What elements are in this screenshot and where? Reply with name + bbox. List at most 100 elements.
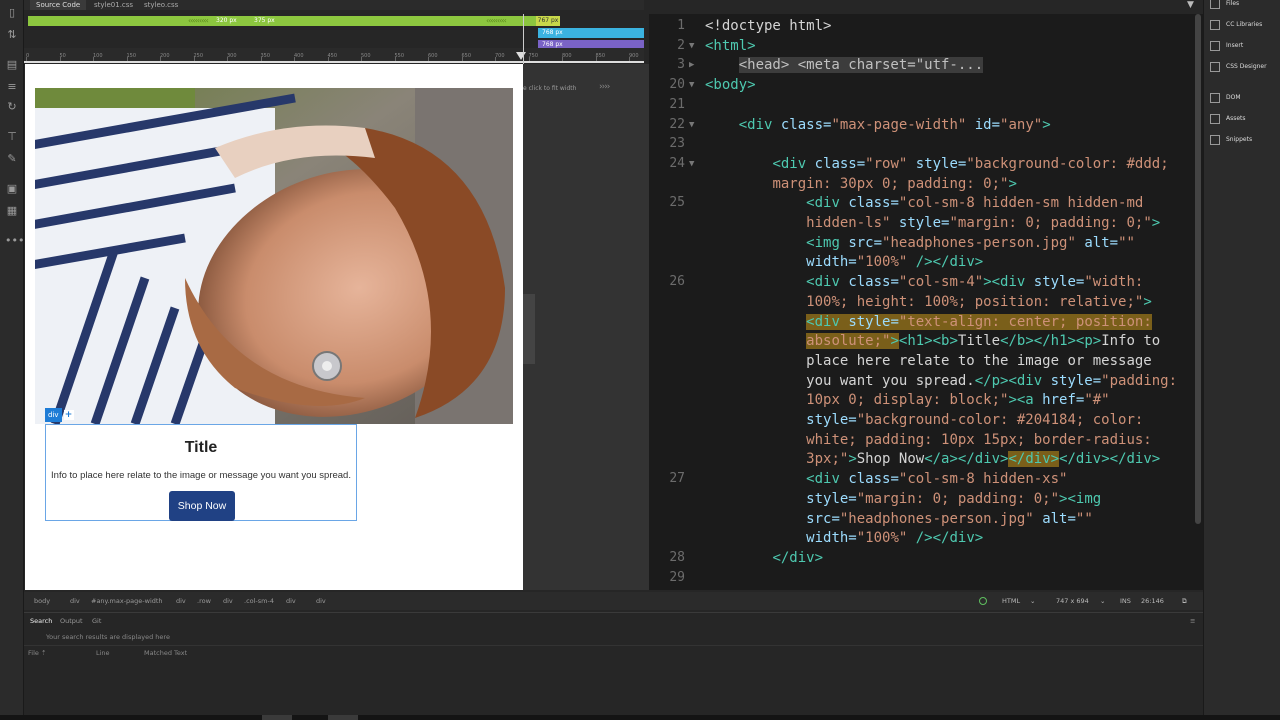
code-line[interactable]: 25 <div class="col-sm-8 hidden-sm hidden…	[649, 193, 1203, 213]
code-line[interactable]: hidden-ls" style="margin: 0; padding: 0;…	[649, 213, 1203, 233]
fit-width-hint[interactable]: e click to fit width	[523, 85, 576, 92]
fold-toggle-icon[interactable]: ▼	[689, 36, 694, 56]
fold-toggle-icon[interactable]: ▶	[689, 55, 694, 75]
tab-style01-css[interactable]: style01.css	[88, 0, 139, 10]
language-select[interactable]: HTML	[1002, 592, 1020, 610]
code-line[interactable]: 100%; height: 100%; position: relative;"…	[649, 292, 1203, 312]
list-icon[interactable]: ≡	[5, 80, 19, 94]
div-selection-tag[interactable]: div +	[45, 408, 74, 422]
code-view[interactable]: 1 <!doctype html> 2 ▼ <html> 3 ▶ <head> <meta …	[649, 14, 1203, 590]
column-line[interactable]: Line	[96, 649, 110, 657]
fold-toggle-icon[interactable]: ▼	[689, 154, 694, 174]
panel-dom[interactable]: DOM	[1210, 91, 1241, 105]
photo-illustration	[35, 88, 513, 424]
code-line[interactable]: <div style="text-align: center; position…	[649, 312, 1203, 332]
media-query-768-a[interactable]: 768 px	[538, 28, 644, 38]
tag-div-2[interactable]: div	[176, 592, 186, 610]
code-line[interactable]: white; padding: 10px 15px; border-radius…	[649, 430, 1203, 450]
tag-col-sm-4[interactable]: .col-sm-4	[244, 592, 274, 610]
code-line[interactable]: 28 </div>	[649, 548, 1203, 568]
panel-menu-icon[interactable]: ≡	[1190, 615, 1195, 627]
splitter-handle[interactable]	[523, 294, 535, 364]
fold-toggle-icon[interactable]: ▼	[689, 75, 694, 95]
window-size-select[interactable]: 747 x 694	[1056, 592, 1089, 610]
add-element-icon[interactable]: +	[63, 410, 74, 420]
live-preview-icon[interactable]: ⧉	[1182, 592, 1187, 610]
column-file[interactable]: File ⇡	[28, 649, 46, 657]
code-line[interactable]: you want you spread.</p><div style="padd…	[649, 371, 1203, 391]
brush-icon[interactable]: ✎	[5, 152, 19, 166]
panel-snippets[interactable]: Snippets	[1210, 133, 1252, 147]
code-line[interactable]: 24 ▼ <div class="row" style="background-c…	[649, 154, 1203, 174]
code-text: <div class="col-sm-4"><div style="width:	[806, 274, 1144, 291]
tag-div-3[interactable]: div	[223, 592, 233, 610]
design-view[interactable]: div + Title Info to place here relate to…	[25, 64, 523, 590]
code-line[interactable]: absolute;"><h1><b>Title</b></h1><p>Info …	[649, 331, 1203, 351]
taskbar-item[interactable]	[262, 715, 292, 720]
tag-any-max-page-width[interactable]: #any.max-page-width	[91, 592, 163, 610]
code-line[interactable]: 22 ▼ <div class="max-page-width" id="any"…	[649, 115, 1203, 135]
shop-now-button[interactable]: Shop Now	[169, 491, 235, 521]
insert-mode[interactable]: INS	[1120, 592, 1131, 610]
code-line[interactable]: src="headphones-person.jpg" alt=""	[649, 509, 1203, 529]
code-line[interactable]: 10px 0; display: block;"><a href="#"	[649, 390, 1203, 410]
refresh-icon[interactable]: ↻	[5, 100, 19, 114]
tab-git[interactable]: Git	[92, 615, 101, 627]
panel-assets[interactable]: Assets	[1210, 112, 1246, 126]
code-line[interactable]: style="background-color: #204184; color:	[649, 410, 1203, 430]
tab-search[interactable]: Search	[30, 615, 52, 627]
pin-icon[interactable]: ⊤	[5, 130, 19, 144]
filter-icon[interactable]: ▼	[1187, 0, 1194, 10]
tab-styleo-css[interactable]: styleo.css	[138, 0, 184, 10]
content-card[interactable]: Title Info to place here relate to the i…	[45, 424, 357, 521]
code-line[interactable]: 20 ▼ <body>	[649, 75, 1203, 95]
code-line[interactable]: width="100%" /></div>	[649, 528, 1203, 548]
column-matched-text[interactable]: Matched Text	[144, 649, 187, 657]
code-line[interactable]: 27 <div class="col-sm-8 hidden-xs"	[649, 469, 1203, 489]
page-icon[interactable]: ▤	[5, 58, 19, 72]
line-number: 1	[677, 18, 685, 33]
ruler-marker-icon[interactable]	[516, 52, 526, 60]
code-line[interactable]: margin: 30px 0; padding: 0;">	[649, 174, 1203, 194]
panel-files[interactable]: Files	[1210, 0, 1239, 11]
code-line[interactable]: 26 <div class="col-sm-4"><div style="wid…	[649, 272, 1203, 292]
ruler-tick-label: 850	[595, 53, 606, 59]
fold-toggle-icon[interactable]: ▼	[689, 115, 694, 135]
tab-source-code[interactable]: Source Code	[30, 0, 87, 10]
chevron-down-icon[interactable]: ⌄	[1030, 592, 1035, 610]
file-icon[interactable]: ▯	[5, 6, 19, 20]
tag-div-4[interactable]: div	[286, 592, 296, 610]
code-line[interactable]: 3px;">Shop Now</a></div></div></div></di…	[649, 449, 1203, 469]
comment-icon[interactable]: ▣	[5, 182, 19, 196]
tag-body[interactable]: body	[34, 592, 50, 610]
taskbar-item[interactable]	[328, 715, 358, 720]
code-line[interactable]: 21	[649, 95, 1203, 115]
panel-cc-libraries-label: CC Libraries	[1226, 21, 1263, 28]
split-icon[interactable]: ⇅	[5, 28, 19, 42]
chevrons-right-icon[interactable]: ››››	[599, 82, 610, 92]
tag-div-5[interactable]: div	[316, 592, 326, 610]
code-line[interactable]: width="100%" /></div>	[649, 252, 1203, 272]
tag-div-1[interactable]: div	[70, 592, 80, 610]
tab-output[interactable]: Output	[60, 615, 83, 627]
media-query-767[interactable]: 767 px	[536, 16, 560, 26]
code-line[interactable]: 29	[649, 568, 1203, 588]
snippet-icon[interactable]: ▦	[5, 204, 19, 218]
code-line[interactable]: 2 ▼ <html>	[649, 36, 1203, 56]
panel-cc-libraries[interactable]: CC Libraries	[1210, 18, 1262, 32]
more-icon[interactable]: •••	[5, 234, 24, 248]
code-line[interactable]: place here relate to the image or messag…	[649, 351, 1203, 371]
ruler-tick-label: 900	[629, 53, 639, 59]
code-line[interactable]: style="margin: 0; padding: 0;"><img	[649, 489, 1203, 509]
code-line[interactable]: 3 ▶ <head> <meta charset="utf-...	[649, 55, 1203, 75]
media-query-bar-max[interactable]: ‹‹‹‹‹‹‹‹‹ 320 px 375 px ‹‹‹‹‹‹‹‹‹	[28, 16, 536, 26]
code-line[interactable]: 23	[649, 134, 1203, 154]
headphones-person-image[interactable]	[35, 88, 513, 424]
panel-insert[interactable]: Insert	[1210, 39, 1243, 53]
code-scrollbar[interactable]	[1195, 14, 1201, 524]
chevron-down-icon[interactable]: ⌄	[1100, 592, 1105, 610]
panel-css-designer[interactable]: CSS Designer	[1210, 60, 1267, 74]
code-line[interactable]: <img src="headphones-person.jpg" alt=""	[649, 233, 1203, 253]
tag-row[interactable]: .row	[197, 592, 211, 610]
code-line[interactable]: 1 <!doctype html>	[649, 16, 1203, 36]
